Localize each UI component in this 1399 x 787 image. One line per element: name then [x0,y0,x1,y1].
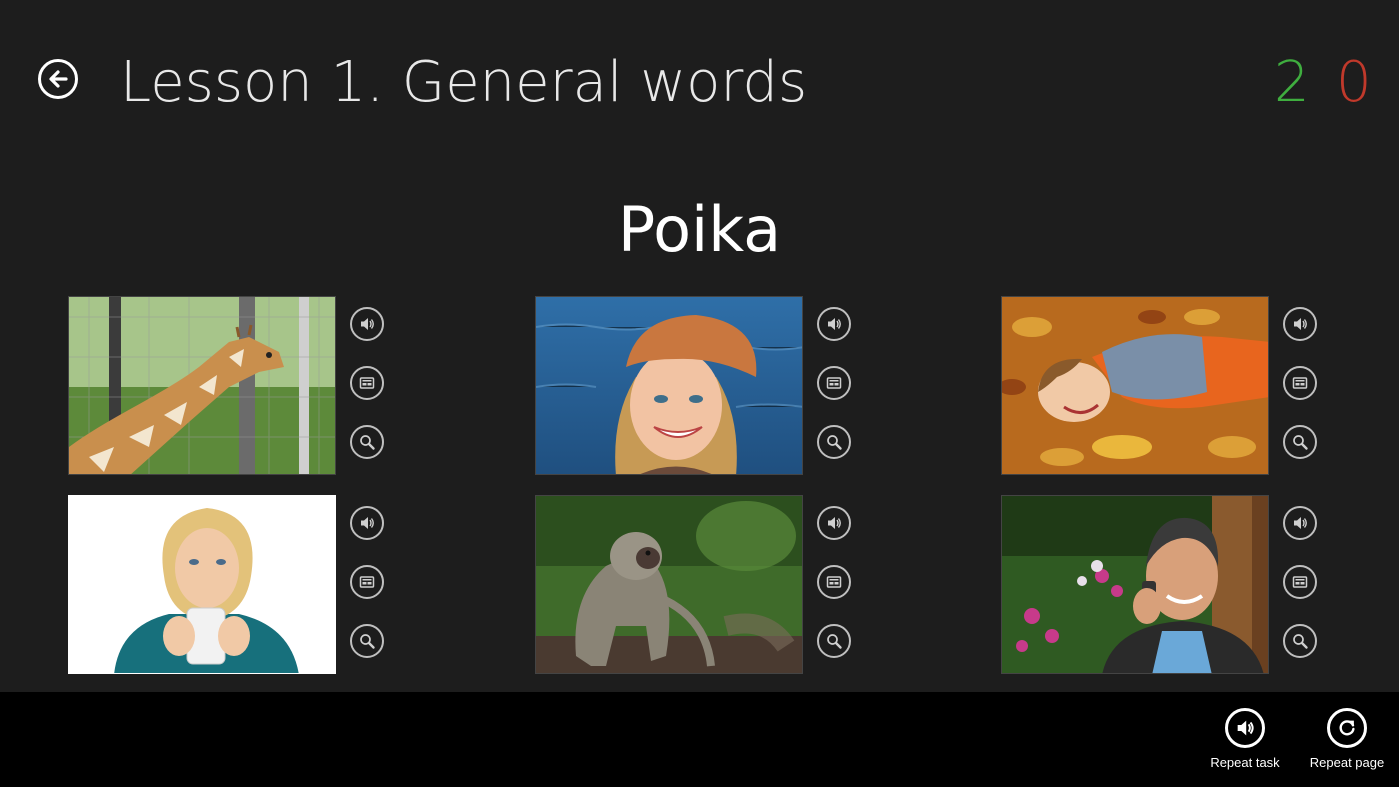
repeat-task-button[interactable]: Repeat task [1195,708,1295,770]
zoom-image-button[interactable] [350,624,384,658]
speaker-icon [361,318,374,330]
play-sound-button[interactable] [1283,307,1317,341]
speaker-icon [1237,720,1254,736]
magnifier-icon [827,634,842,649]
zoom-image-button[interactable] [817,624,851,658]
photo-boy[interactable] [1001,296,1269,475]
show-caption-button[interactable] [817,565,851,599]
show-caption-button[interactable] [817,366,851,400]
zoom-image-button[interactable] [817,425,851,459]
show-caption-button[interactable] [1283,366,1317,400]
answer-card-girl[interactable] [535,296,865,476]
speaker-icon [361,517,374,529]
photo-monkey[interactable] [535,495,803,674]
caption-icon [826,576,842,588]
caption-icon [826,377,842,389]
answer-grid [0,0,1399,692]
photo-giraffe[interactable] [68,296,336,475]
photo-man[interactable] [1001,495,1269,674]
zoom-image-button[interactable] [350,425,384,459]
answer-card-monkey[interactable] [535,495,865,675]
magnifier-icon [360,435,375,450]
card-actions [817,307,853,467]
caption-icon [359,377,375,389]
repeat-task-label: Repeat task [1210,755,1280,770]
play-sound-button[interactable] [817,307,851,341]
play-sound-button[interactable] [1283,506,1317,540]
play-sound-button[interactable] [817,506,851,540]
card-actions [1283,506,1319,666]
caption-icon [359,576,375,588]
caption-icon [1292,377,1308,389]
magnifier-icon [1293,634,1308,649]
repeat-page-button[interactable]: Repeat page [1297,708,1397,770]
card-actions [817,506,853,666]
repeat-page-label: Repeat page [1309,755,1385,770]
photo-girl[interactable] [535,296,803,475]
answer-card-giraffe[interactable] [68,296,398,476]
speaker-icon [1294,318,1307,330]
answer-card-man[interactable] [1001,495,1331,675]
show-caption-button[interactable] [350,565,384,599]
magnifier-icon [1293,435,1308,450]
caption-icon [1292,576,1308,588]
speaker-icon [828,517,841,529]
speaker-icon [828,318,841,330]
refresh-icon [1339,720,1355,736]
play-sound-button[interactable] [350,506,384,540]
show-caption-button[interactable] [350,366,384,400]
answer-card-woman[interactable] [68,495,398,675]
speaker-icon [1294,517,1307,529]
card-actions [350,307,386,467]
play-sound-button[interactable] [350,307,384,341]
magnifier-icon [827,435,842,450]
zoom-image-button[interactable] [1283,624,1317,658]
show-caption-button[interactable] [1283,565,1317,599]
card-actions [350,506,386,666]
photo-woman[interactable] [68,495,336,674]
card-actions [1283,307,1319,467]
zoom-image-button[interactable] [1283,425,1317,459]
magnifier-icon [360,634,375,649]
app-bar: Repeat task Repeat page [0,692,1399,787]
answer-card-boy[interactable] [1001,296,1331,476]
